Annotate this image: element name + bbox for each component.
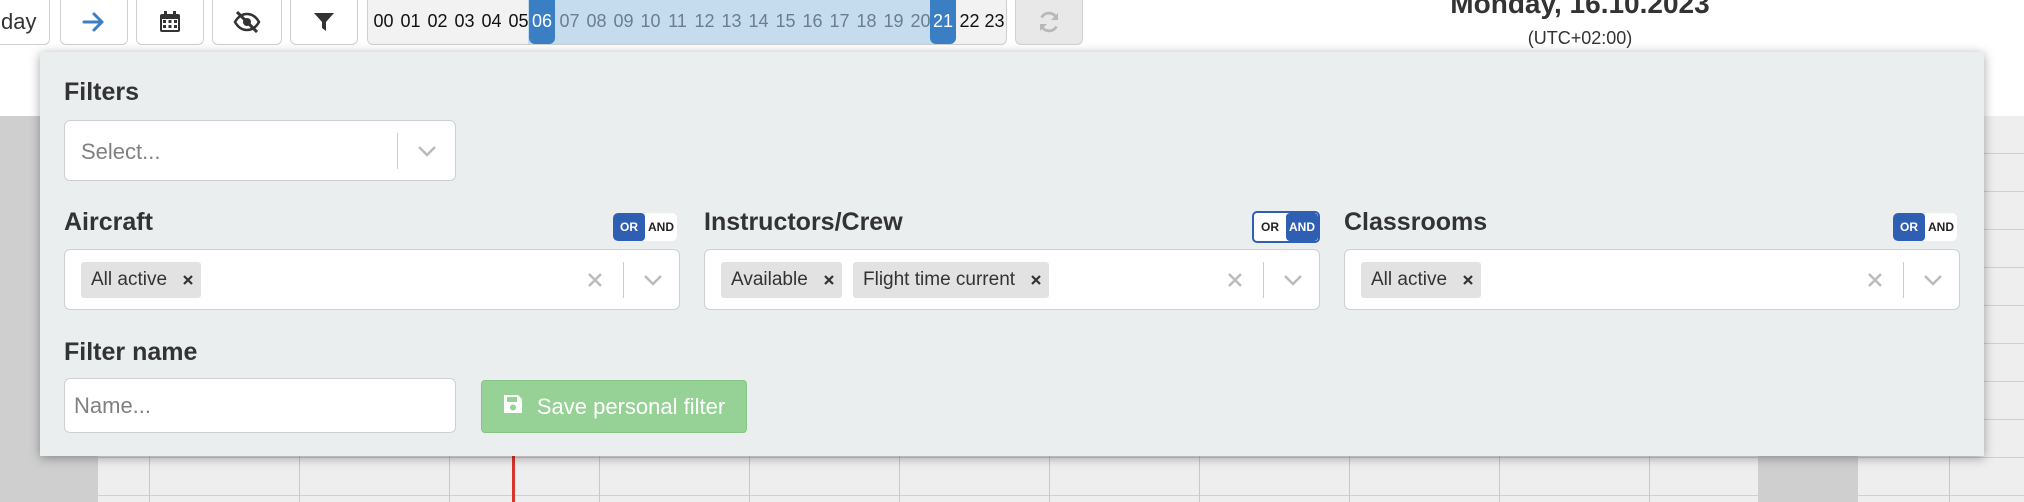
- calendar-icon: [159, 11, 181, 33]
- hour-label: 17: [829, 11, 850, 31]
- aircraft-or-option[interactable]: OR: [613, 213, 645, 241]
- hour-label: 14: [748, 11, 769, 31]
- next-day-button[interactable]: [60, 0, 128, 45]
- chip-label: Available: [731, 269, 808, 290]
- hour-label: 00: [373, 11, 394, 31]
- hour-label: 18: [856, 11, 877, 31]
- aircraft-or-and-toggle[interactable]: OR AND: [613, 213, 677, 241]
- classrooms-or-and-toggle[interactable]: OR AND: [1893, 213, 1957, 241]
- remove-chip-icon[interactable]: [1023, 262, 1049, 298]
- filters-select[interactable]: Select...: [64, 120, 456, 181]
- instructors-or-option[interactable]: OR: [1254, 213, 1286, 241]
- hour-label: 22: [959, 11, 980, 31]
- hour-label: 07: [559, 11, 580, 31]
- hour-label: 23: [984, 11, 1005, 31]
- save-button-label: Save personal filter: [536, 393, 726, 419]
- hour-range-end-handle[interactable]: 21: [930, 0, 956, 44]
- classrooms-and-option[interactable]: AND: [1925, 213, 1957, 241]
- today-label: day: [1, 9, 37, 34]
- filter-name-label: Filter name: [64, 338, 198, 366]
- hour-label: 01: [400, 11, 421, 31]
- classrooms-label: Classrooms: [1344, 208, 1488, 236]
- aircraft-label: Aircraft: [64, 208, 153, 236]
- chip-label: All active: [91, 269, 168, 290]
- filter-chip: Flight time current: [853, 262, 1050, 298]
- clear-icon[interactable]: [575, 250, 615, 309]
- chevron-down-icon[interactable]: [399, 121, 455, 180]
- filter-chip: All active: [1361, 262, 1482, 298]
- chip-label: All active: [1371, 269, 1448, 290]
- hour-range-start-handle[interactable]: 06: [529, 0, 555, 44]
- filter-name-input[interactable]: [64, 378, 456, 433]
- refresh-button[interactable]: [1015, 0, 1083, 45]
- chevron-down-icon[interactable]: [625, 250, 681, 309]
- instructors-select[interactable]: Available Flight time current: [704, 249, 1320, 310]
- filter-chip: Available: [721, 262, 842, 298]
- aircraft-and-option[interactable]: AND: [645, 213, 677, 241]
- select-separator: [397, 133, 398, 169]
- hide-unavailable-button[interactable]: [212, 0, 282, 45]
- clear-icon[interactable]: [1855, 250, 1895, 309]
- instructors-and-option[interactable]: AND: [1286, 213, 1318, 241]
- hour-label: 16: [802, 11, 823, 31]
- timezone-label: (UTC+02:00): [1527, 28, 1633, 48]
- hour-label: 15: [775, 11, 796, 31]
- select-separator: [623, 262, 624, 298]
- hour-label: 19: [883, 11, 904, 31]
- aircraft-select[interactable]: All active: [64, 249, 680, 310]
- today-button[interactable]: day: [0, 0, 50, 45]
- chevron-down-icon[interactable]: [1265, 250, 1321, 309]
- hour-label: 11: [668, 11, 687, 31]
- filter-panel: Filters Select... Aircraft OR AND All ac…: [40, 52, 1984, 456]
- hour-label: 05: [508, 11, 529, 31]
- filters-label: Filters: [64, 78, 140, 106]
- select-separator: [1263, 262, 1264, 298]
- filter-icon: [313, 11, 335, 33]
- current-time-line: [512, 455, 515, 502]
- remove-chip-icon[interactable]: [175, 262, 201, 298]
- hour-label: 02: [427, 11, 448, 31]
- hour-label: 10: [640, 11, 661, 31]
- hour-range-slider[interactable]: 00 01 02 03 04 05 06 07 08 09 10 11 12 1…: [367, 0, 1007, 45]
- select-separator: [1903, 262, 1904, 298]
- eye-slash-icon: [233, 11, 261, 33]
- hour-label: 03: [454, 11, 475, 31]
- chip-label: Flight time current: [863, 269, 1016, 290]
- filter-chip: All active: [81, 262, 202, 298]
- classrooms-select[interactable]: All active: [1344, 249, 1960, 310]
- hour-label: 08: [586, 11, 607, 31]
- hour-label: 09: [613, 11, 634, 31]
- current-date: Monday, 16.10.2023: [1450, 0, 1710, 19]
- save-personal-filter-button[interactable]: Save personal filter: [481, 380, 747, 433]
- hour-label: 13: [721, 11, 742, 31]
- hour-label: 04: [481, 11, 502, 31]
- filters-placeholder: Select...: [81, 139, 161, 164]
- classrooms-or-option[interactable]: OR: [1893, 213, 1925, 241]
- refresh-icon: [1037, 10, 1061, 34]
- hour-label: 12: [694, 11, 715, 31]
- filter-button[interactable]: [290, 0, 358, 45]
- instructors-or-and-toggle[interactable]: OR AND: [1252, 211, 1320, 243]
- calendar-button[interactable]: [136, 0, 204, 45]
- arrow-right-icon: [82, 11, 106, 33]
- instructors-label: Instructors/Crew: [704, 208, 903, 236]
- clear-icon[interactable]: [1215, 250, 1255, 309]
- save-icon: [503, 394, 537, 420]
- chevron-down-icon[interactable]: [1905, 250, 1961, 309]
- remove-chip-icon[interactable]: [1455, 262, 1481, 298]
- remove-chip-icon[interactable]: [816, 262, 842, 298]
